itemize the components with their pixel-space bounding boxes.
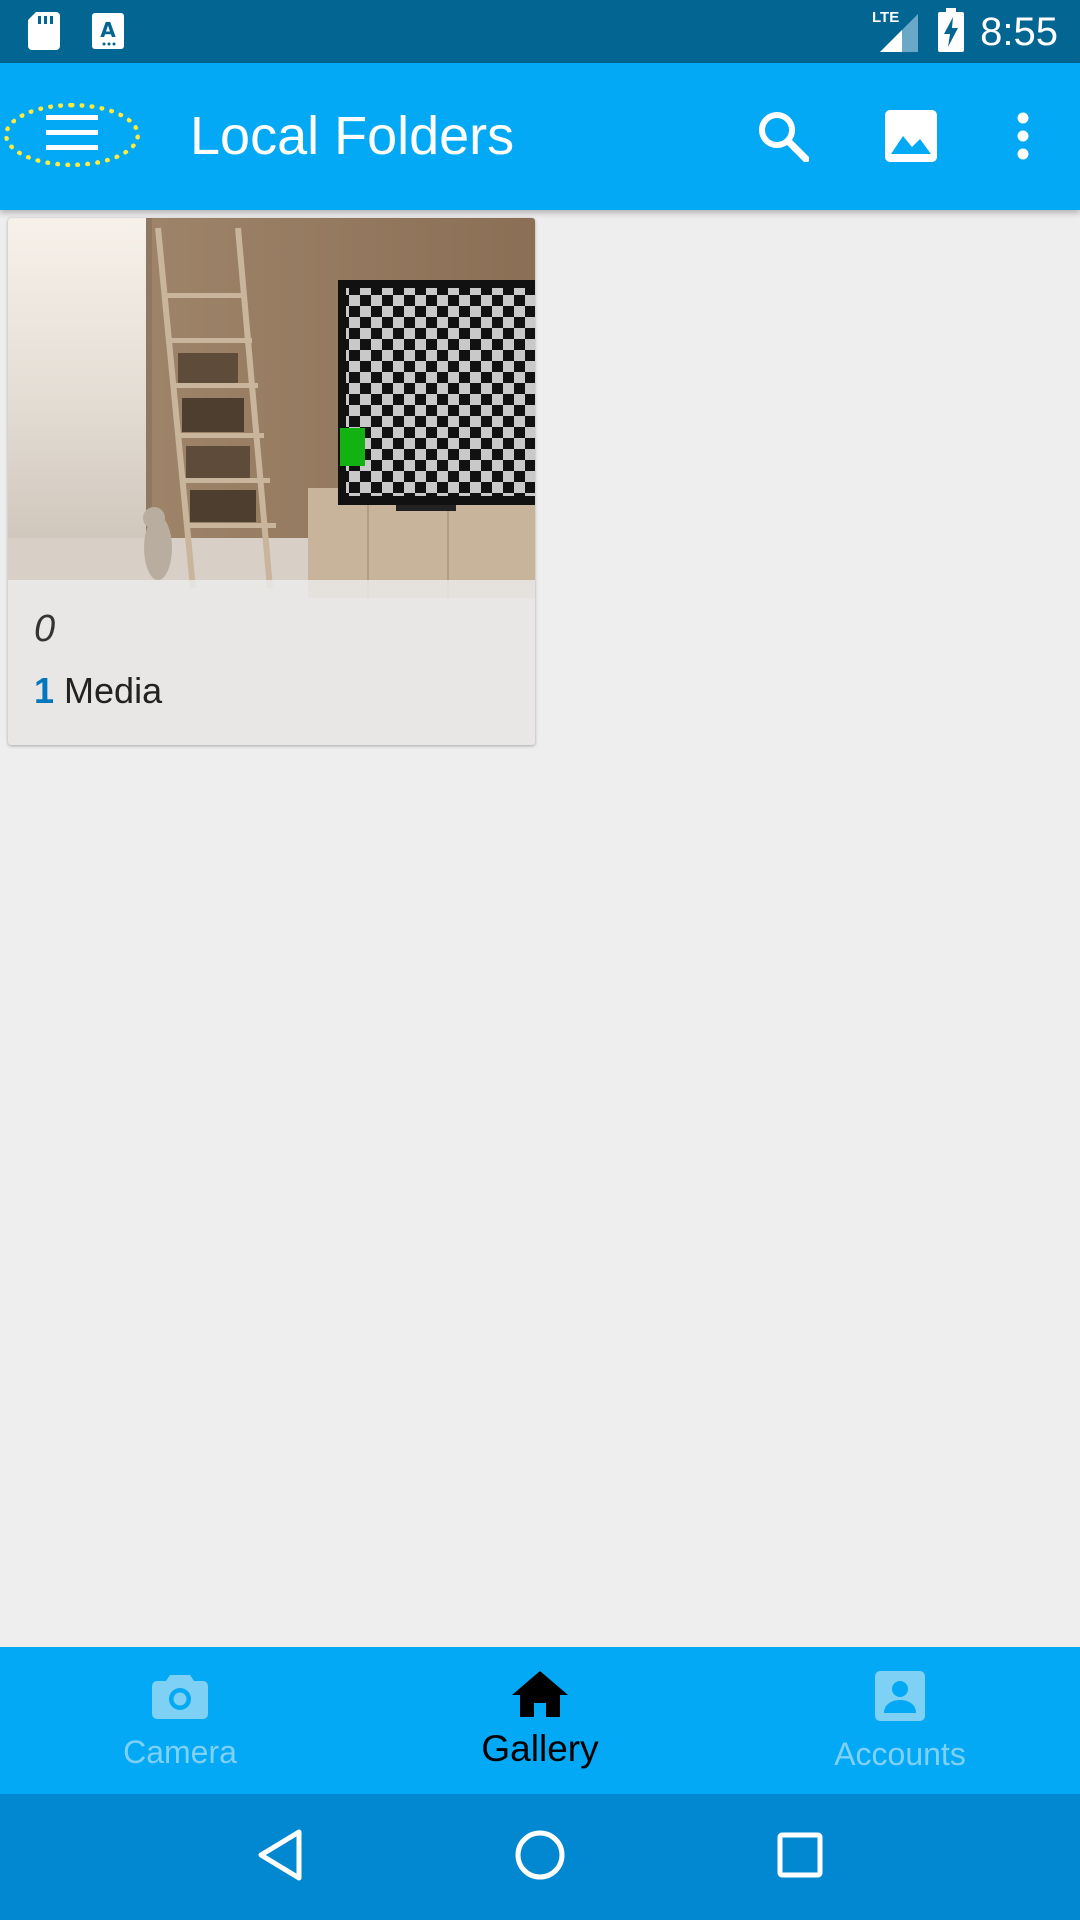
folder-info: 0 1 Media	[8, 580, 535, 745]
back-icon	[257, 1829, 303, 1886]
sd-card-icon	[28, 12, 60, 55]
folder-name: 0	[34, 608, 56, 650]
camera-icon	[152, 1671, 208, 1724]
status-bar: A LTE 8:55	[0, 0, 1080, 63]
status-time: 8:55	[980, 10, 1058, 54]
battery-charging-icon	[938, 7, 965, 57]
search-button[interactable]	[748, 103, 818, 173]
bottom-navigation: Camera Gallery Accounts	[0, 1647, 1080, 1794]
image-button[interactable]	[876, 103, 946, 173]
nav-gallery-label: Gallery	[481, 1728, 599, 1769]
more-vert-icon	[1016, 112, 1030, 165]
nav-accounts-label: Accounts	[834, 1736, 966, 1772]
nav-accounts[interactable]: Accounts	[720, 1647, 1080, 1794]
text-notification-icon: A	[92, 13, 124, 54]
image-icon	[885, 109, 937, 167]
signal-icon: LTE	[872, 8, 922, 57]
nav-camera[interactable]: Camera	[0, 1647, 360, 1794]
nav-gallery[interactable]: Gallery	[360, 1647, 720, 1794]
folder-grid: 0 1 Media	[0, 210, 1080, 1647]
home-icon	[512, 1671, 568, 1722]
system-home-button[interactable]	[510, 1827, 570, 1887]
svg-text:A: A	[100, 18, 116, 42]
app-bar: Local Folders	[0, 63, 1080, 210]
account-icon	[875, 1671, 925, 1726]
recents-icon	[777, 1832, 823, 1883]
home-circle-icon	[514, 1829, 566, 1886]
search-icon	[757, 110, 810, 167]
menu-icon	[46, 113, 98, 158]
more-options-button[interactable]	[988, 103, 1058, 173]
menu-button[interactable]	[4, 103, 140, 167]
page-title: Local Folders	[190, 106, 515, 166]
media-count-number: 1	[34, 670, 55, 711]
media-count: 1 Media	[34, 670, 162, 712]
folder-card[interactable]: 0 1 Media	[8, 218, 535, 745]
media-count-label: Media	[64, 670, 163, 711]
nav-camera-label: Camera	[123, 1734, 237, 1770]
system-navigation-bar	[0, 1794, 1080, 1920]
system-recents-button[interactable]	[770, 1827, 830, 1887]
system-back-button[interactable]	[250, 1827, 310, 1887]
network-type-label: LTE	[872, 9, 899, 26]
